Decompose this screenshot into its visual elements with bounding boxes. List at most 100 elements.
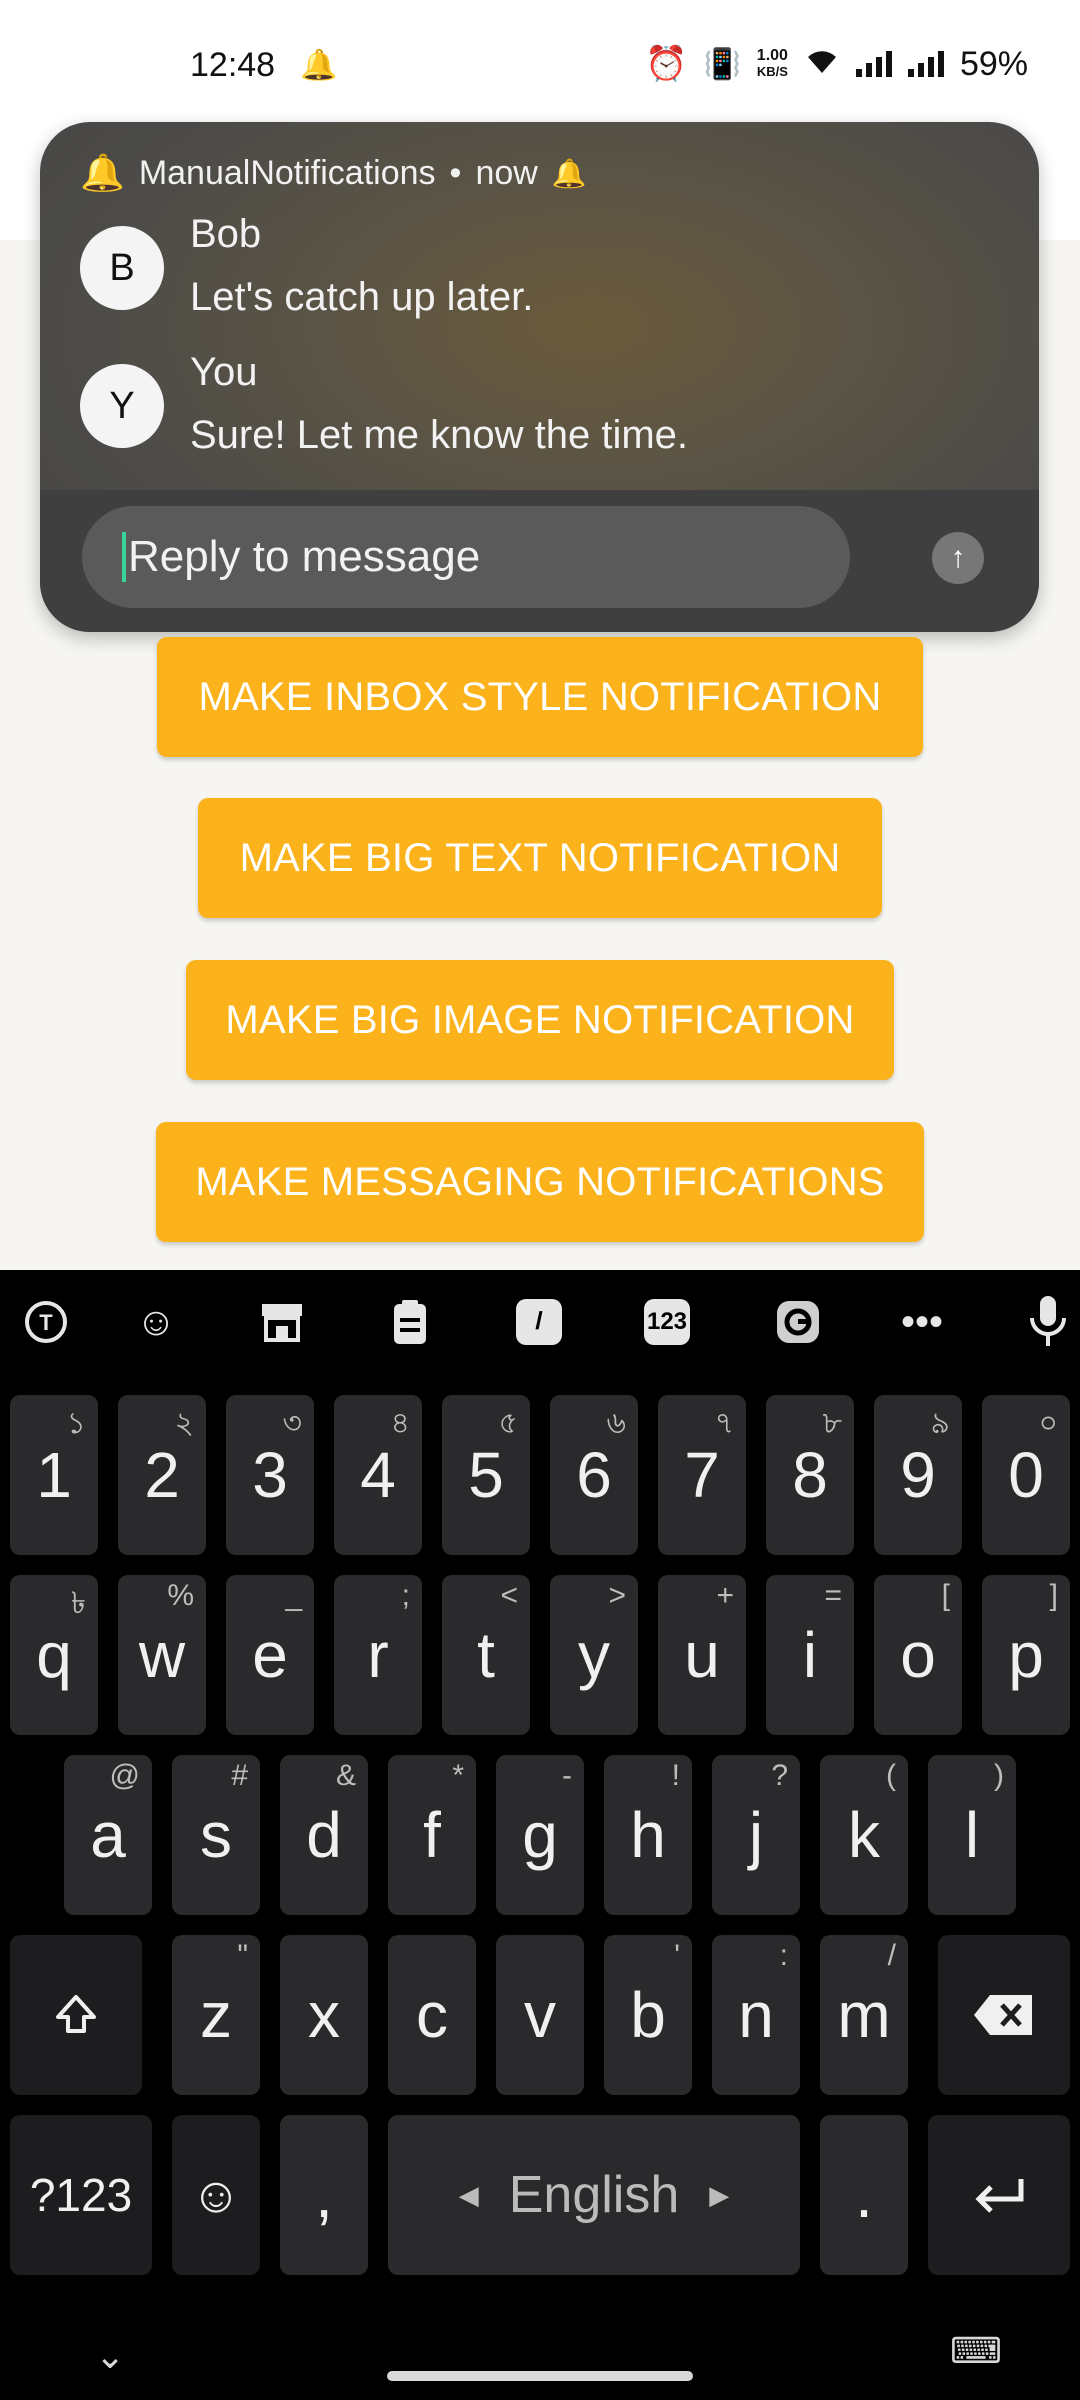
key-i[interactable]: = i [766,1575,854,1735]
numbers-icon[interactable]: 123 [644,1299,690,1345]
key-hint: ৫ [498,1407,518,1440]
key-label: b [630,1979,666,2051]
heads-up-notification[interactable]: 🔔 ManualNotifications • now 🔔 B Bob Let'… [40,122,1039,632]
key-3[interactable]: ৩3 [226,1395,314,1555]
key-label: i [802,1619,818,1691]
svg-text:T: T [39,1310,53,1335]
key-h[interactable]: ! h [604,1755,692,1915]
key-7[interactable]: ৭7 [658,1395,746,1555]
key-o[interactable]: [o [874,1575,962,1735]
emoji-key[interactable]: ☺ [172,2115,260,2275]
key-9[interactable]: ৯9 [874,1395,962,1555]
key-hint: ৩ [282,1407,302,1440]
backspace-key[interactable] [938,1935,1070,2095]
microphone-icon[interactable] [1018,1292,1078,1352]
message-sender: You [190,350,258,394]
avatar: Y [80,364,164,448]
key-hint: = [824,1579,842,1612]
symbols-key[interactable]: ?123 [10,2115,152,2275]
key-5[interactable]: ৫5 [442,1395,530,1555]
key-y[interactable]: > y [550,1575,638,1735]
key-b[interactable]: ' b [604,1935,692,2095]
message-sender: Bob [190,212,262,256]
key-hint: / [887,1939,896,1972]
send-button[interactable]: ↑ [932,532,984,584]
clipboard-icon[interactable] [380,1292,440,1352]
key-hint: ( [886,1759,896,1792]
key-hint: * [452,1759,464,1792]
key-v[interactable]: v [496,1935,584,2095]
key-e[interactable]: _ e [226,1575,314,1735]
reply-placeholder: Reply to message [128,532,481,581]
store-icon[interactable] [252,1292,312,1352]
status-bar: 12:48 🔔 ⏰ 📳 1.00 KB/S 59% [0,0,1080,120]
keyboard-switch-icon[interactable]: ⌨ [950,2330,1002,2372]
key-label: f [423,1799,441,1871]
enter-icon [975,2179,1024,2213]
text-edit-icon[interactable]: 𝐼 [516,1299,562,1345]
smiley-icon: ☺ [190,2167,242,2223]
space-key[interactable]: ◀ English ▶ [388,2115,800,2275]
hide-keyboard-chevron-icon[interactable]: ⌄ [95,2335,125,2377]
key-r[interactable]: ; r [334,1575,422,1735]
key-hint: ৭ [714,1407,734,1440]
home-indicator[interactable] [387,2371,693,2381]
more-options-icon[interactable]: ••• [892,1292,952,1352]
inbox-style-button[interactable]: MAKE INBOX STYLE NOTIFICATION [157,637,923,757]
key-hint: # [231,1759,248,1792]
gif-icon[interactable] [768,1292,828,1352]
wifi-icon [804,46,840,83]
period-key[interactable]: . [820,2115,908,2275]
key-label: u [684,1619,720,1691]
key-u[interactable]: + u [658,1575,746,1735]
key-n[interactable]: :n [712,1935,800,2095]
keyboard: T ☺ 𝐼 123 ••• ১1 ২2 ৩3 ৪4 ৫5 ৬6 ৭7 ৮8 ৯9… [0,1270,1080,2400]
key-x[interactable]: x [280,1935,368,2095]
emoji-icon[interactable]: ☺ [126,1292,186,1352]
key-hint: ! [671,1759,680,1792]
message-text: Sure! Let me know the time. [190,413,689,457]
app-bell-icon: 🔔 [80,152,125,193]
key-f[interactable]: * f [388,1755,476,1915]
key-t[interactable]: < t [442,1575,530,1735]
comma-key[interactable]: , [280,2115,368,2275]
key-k[interactable]: (k [820,1755,908,1915]
status-icons: ⏰ 📳 1.00 KB/S 59% [645,44,1028,84]
notification-bell-icon: 🔔 [300,49,338,82]
key-g[interactable]: -g [496,1755,584,1915]
messaging-button[interactable]: MAKE MESSAGING NOTIFICATIONS [156,1122,924,1242]
big-image-button[interactable]: MAKE BIG IMAGE NOTIFICATION [186,960,894,1080]
key-1[interactable]: ১1 [10,1395,98,1555]
key-hint: ৪ [390,1407,410,1440]
key-hint: ১ [66,1407,86,1440]
translate-icon[interactable]: T [16,1292,76,1352]
key-p[interactable]: ] p [982,1575,1070,1735]
key-c[interactable]: c [388,1935,476,2095]
key-2[interactable]: ২2 [118,1395,206,1555]
key-w[interactable]: % w [118,1575,206,1735]
message-item: B Bob Let's catch up later. [80,212,533,320]
key-label: c [416,1979,448,2051]
battery-level: 59% [959,44,1028,83]
enter-key[interactable] [928,2115,1070,2275]
key-l[interactable]: ) l [928,1755,1016,1915]
text-cursor [122,532,126,582]
key-s[interactable]: # s [172,1755,260,1915]
key-d[interactable]: & d [280,1755,368,1915]
key-4[interactable]: ৪4 [334,1395,422,1555]
shift-key[interactable] [10,1935,142,2095]
key-q[interactable]: ৳ q [10,1575,98,1735]
reply-input[interactable]: Reply to message [82,506,850,608]
key-label: z [200,1979,232,2051]
key-8[interactable]: ৮8 [766,1395,854,1555]
key-6[interactable]: ৬6 [550,1395,638,1555]
key-hint: ৳ [71,1587,86,1620]
key-m[interactable]: / m [820,1935,908,2095]
key-hint: @ [109,1759,140,1792]
key-a[interactable]: @ a [64,1755,152,1915]
big-text-button[interactable]: MAKE BIG TEXT NOTIFICATION [198,798,882,918]
key-hint: > [608,1579,626,1612]
key-j[interactable]: ? j [712,1755,800,1915]
key-z[interactable]: " z [172,1935,260,2095]
key-0[interactable]: ০0 [982,1395,1070,1555]
